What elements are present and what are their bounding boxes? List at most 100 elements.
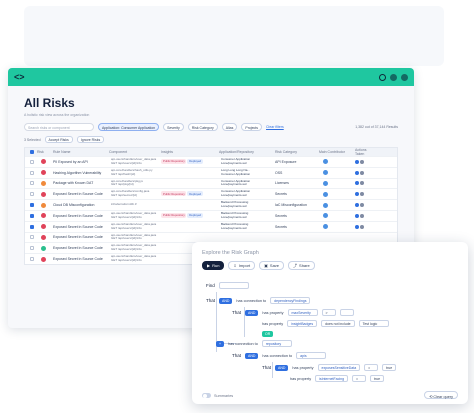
apis-select[interactable]: apis — [296, 352, 327, 359]
filter-application[interactable]: Application: Consumer Application — [98, 123, 160, 131]
clear-filters-link[interactable]: Clear filters — [266, 125, 284, 129]
action-icon[interactable] — [360, 224, 364, 229]
search-input[interactable]: Search risks or component — [24, 123, 94, 131]
and-operator-3[interactable]: AND — [245, 352, 259, 359]
rule-name[interactable]: Exposed Secret in Source Code — [51, 225, 107, 229]
col-application[interactable]: Application/Repository — [217, 150, 273, 154]
severity-select[interactable]: maxSeverity — [287, 309, 318, 316]
table-row[interactable]: Hashing Algorithm Vulnerability api-core… — [25, 166, 397, 178]
rule-name[interactable]: Cloud DB Misconfiguration — [51, 203, 107, 207]
col-insights[interactable]: Insights — [159, 150, 217, 154]
summaries-toggle[interactable] — [202, 393, 211, 398]
add-connection-button[interactable]: + — [216, 340, 225, 347]
or-operator[interactable]: OR — [262, 331, 274, 337]
select-all-checkbox[interactable] — [30, 150, 34, 154]
and-operator[interactable]: AND — [219, 297, 233, 304]
table-row[interactable]: Exposed Secret in Source Code api-users/… — [25, 231, 397, 243]
contributor-avatar[interactable] — [323, 170, 328, 176]
col-actions[interactable]: Actions Taken — [353, 148, 373, 156]
rule-name[interactable]: Hashing Algorithm Vulnerability — [51, 171, 107, 175]
contributor-avatar[interactable] — [323, 159, 328, 165]
severity-value-select[interactable] — [339, 309, 354, 316]
true-select-2[interactable]: true — [370, 375, 385, 382]
action-icon[interactable] — [355, 170, 359, 175]
action-icon[interactable] — [355, 192, 359, 197]
col-main-contributor[interactable]: Main Contributor — [317, 150, 353, 154]
equals-select-2[interactable]: = — [352, 375, 367, 382]
row-checkbox[interactable] — [30, 192, 34, 197]
col-rule-name[interactable]: Rule Name — [51, 150, 107, 154]
contributor-avatar[interactable] — [323, 202, 328, 208]
rule-name[interactable]: Exposed Secret in Source Code — [51, 214, 107, 218]
table-row[interactable]: Cloud DB Misconfiguration infra/terrafor… — [25, 199, 397, 210]
share-button[interactable]: ⤴ Share — [288, 261, 315, 270]
contributor-avatar[interactable] — [323, 180, 328, 186]
rule-name[interactable]: PII Exposed by an API — [51, 160, 107, 164]
contributor-avatar[interactable] — [323, 191, 328, 197]
row-checkbox[interactable] — [30, 257, 34, 262]
exposes-sensitive-data-select[interactable]: exposesSensitiveData — [317, 364, 361, 371]
and-operator-4[interactable]: AND — [275, 364, 289, 371]
menu-icon[interactable] — [401, 73, 408, 81]
action-icon[interactable] — [360, 159, 364, 164]
dependency-findings-select[interactable]: dependencyFindings — [270, 297, 311, 304]
action-icon[interactable] — [360, 181, 364, 186]
rule-name[interactable]: Package with Known DAT — [51, 181, 107, 185]
col-risk-category[interactable]: Risk Category — [273, 150, 317, 154]
accept-risks-button[interactable]: Accept Risks — [44, 136, 73, 143]
row-checkbox[interactable] — [30, 246, 34, 251]
test-logic-select[interactable]: Test logic — [358, 320, 389, 327]
ignore-risks-button[interactable]: Ignore Risks — [76, 136, 105, 143]
action-icon[interactable] — [355, 224, 359, 229]
action-icon[interactable] — [360, 170, 364, 175]
that-row-2: That AND has property maxSeverity > — [232, 309, 354, 316]
does-not-include-select[interactable]: does not include — [321, 320, 355, 327]
true-select-1[interactable]: true — [382, 364, 397, 371]
clear-query-button[interactable]: ⟲ Clear query — [424, 391, 458, 399]
filter-risk-category[interactable]: Risk Category — [187, 123, 218, 131]
row-checkbox[interactable] — [30, 203, 34, 208]
filter-severity[interactable]: Severity — [163, 123, 184, 131]
col-component[interactable]: Component — [107, 150, 159, 154]
insight-badges-select[interactable]: insightBadges — [287, 320, 318, 327]
action-icon[interactable] — [355, 181, 359, 186]
internet-facing-select[interactable]: isInternetFacing — [315, 375, 349, 382]
table-row[interactable]: PII Exposed by an API api-users/handlers… — [25, 156, 397, 167]
filter-projects[interactable]: Projects — [241, 123, 263, 131]
col-risk[interactable]: Risk — [35, 150, 51, 154]
row-checkbox[interactable] — [30, 170, 34, 175]
action-icon[interactable] — [355, 159, 359, 164]
rule-name[interactable]: Exposed Secret in Source Code — [51, 257, 107, 261]
and-operator-2[interactable]: AND — [245, 309, 259, 316]
table-row[interactable]: Package with Known DAT api-core/handlers… — [25, 177, 397, 189]
row-checkbox[interactable] — [30, 224, 34, 229]
table-row[interactable]: Exposed Secret in Source Code api-core/h… — [25, 188, 397, 199]
component-cell: api-core/handlers/hash_utils.py GET /api… — [107, 169, 159, 177]
rule-name[interactable]: Exposed Secret in Source Code — [51, 246, 107, 250]
equals-select[interactable]: = — [364, 364, 379, 371]
action-icon[interactable] — [360, 213, 364, 218]
filter-alias[interactable]: Alias — [221, 123, 238, 131]
rule-name[interactable]: Exposed Secret in Source Code — [51, 235, 107, 239]
row-checkbox[interactable] — [30, 213, 34, 218]
import-button[interactable]: ⇩ Import — [228, 261, 256, 270]
gt-select[interactable]: > — [321, 309, 336, 316]
user-avatar[interactable] — [379, 73, 386, 81]
save-button[interactable]: ▣ Save — [259, 261, 285, 270]
table-row[interactable]: Exposed Secret in Source Code api-users/… — [25, 209, 397, 221]
action-icon[interactable] — [360, 203, 364, 208]
repository-select[interactable]: repository — [261, 340, 292, 347]
find-entity-select[interactable] — [218, 282, 249, 289]
run-button[interactable]: ▶ Run — [202, 261, 225, 270]
action-icon[interactable] — [360, 192, 364, 197]
row-checkbox[interactable] — [30, 235, 34, 240]
rule-name[interactable]: Exposed Secret in Source Code — [51, 192, 107, 196]
contributor-avatar[interactable] — [323, 224, 328, 230]
action-icon[interactable] — [355, 203, 359, 208]
table-row[interactable]: Exposed Secret in Source Code api-users/… — [25, 220, 397, 232]
settings-icon[interactable] — [390, 73, 397, 81]
action-icon[interactable] — [355, 213, 359, 218]
row-checkbox[interactable] — [30, 181, 34, 186]
row-checkbox[interactable] — [30, 159, 34, 164]
contributor-avatar[interactable] — [323, 213, 328, 219]
